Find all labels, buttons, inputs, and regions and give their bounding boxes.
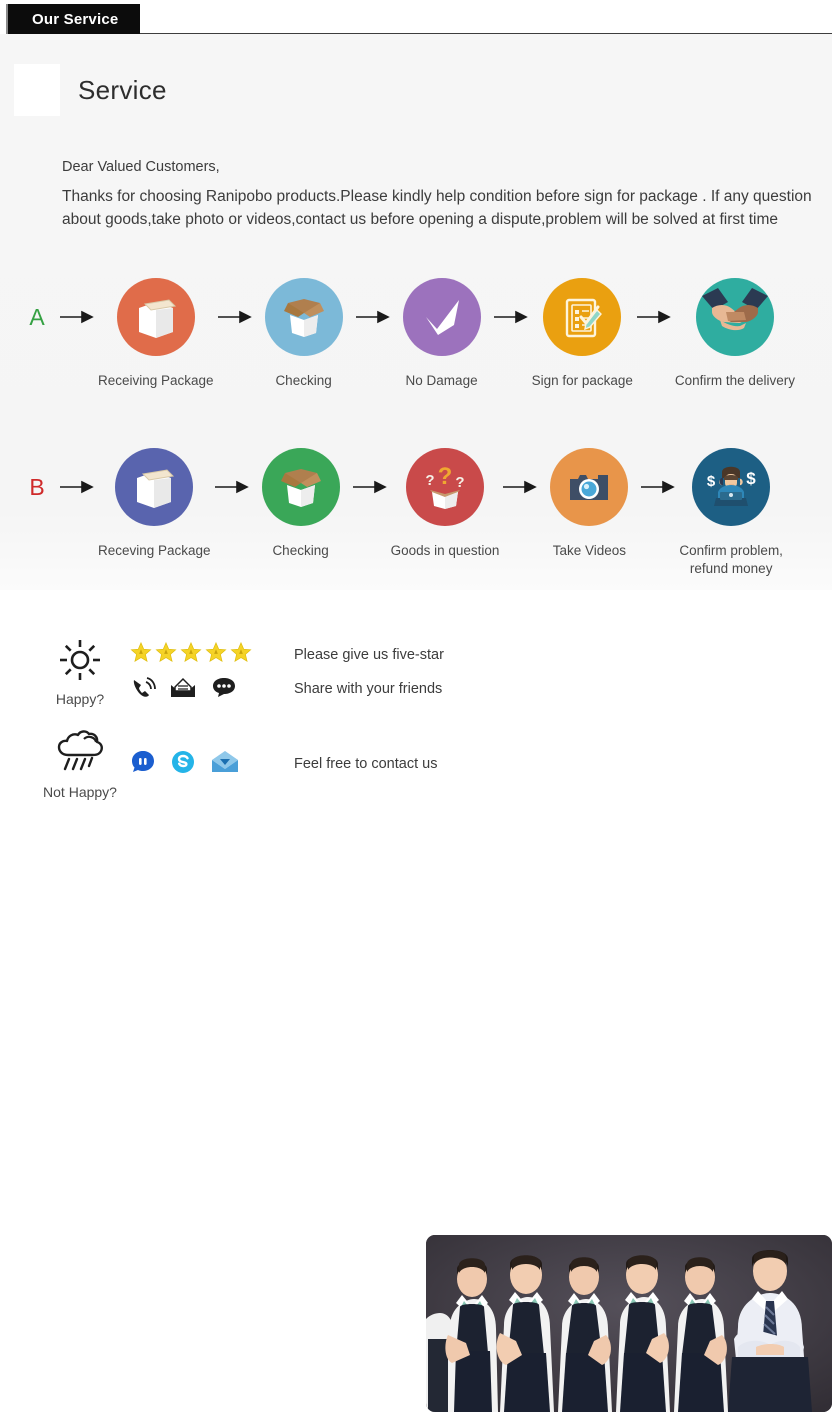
contact-panel: Happy? Please give us five-star Share wi… — [0, 590, 832, 1412]
header-bar: Our Service — [0, 0, 832, 34]
flow-row-b: B Receving Package Checking ? ? ? Goods … — [0, 448, 832, 578]
five-star-text: Please give us five-star — [294, 647, 444, 663]
flow-step-confirm-delivery[interactable]: Confirm the delivery — [675, 278, 795, 390]
star-icon — [230, 641, 252, 668]
svg-text:?: ? — [438, 463, 453, 490]
svg-text:$: $ — [746, 469, 756, 488]
flow-step-label: Receving Package — [98, 543, 211, 558]
trademanager-icon[interactable] — [130, 749, 156, 780]
arrow-icon — [637, 448, 679, 526]
tab-our-service[interactable]: Our Service — [8, 4, 141, 34]
flow-row-b-letter: B — [29, 474, 45, 500]
service-title-row: Service — [14, 64, 167, 116]
handshake-icon — [695, 278, 774, 356]
mood-cell-happy: Happy? — [34, 638, 126, 707]
flow-row-a-letter: A — [29, 304, 45, 330]
rain-cloud-icon — [54, 729, 106, 780]
flow-step-label: Receiving Package — [98, 373, 214, 388]
share-friends-text: Share with your friends — [294, 681, 443, 697]
camera-icon — [550, 448, 629, 526]
support-agent-icon: $ $ — [692, 448, 771, 526]
flow-step-goods-in-question[interactable]: ? ? ? Goods in question — [390, 448, 500, 560]
mood-label-not-happy: Not Happy? — [43, 783, 117, 800]
envelope-icon[interactable] — [170, 677, 196, 704]
tab-our-service-label: Our Service — [32, 10, 119, 28]
arrow-icon — [633, 278, 675, 356]
checkmark-icon — [402, 278, 481, 356]
page-title: Service — [78, 74, 167, 105]
service-panel: Service Dear Valued Customers, Thanks fo… — [0, 34, 832, 590]
svg-text:$: $ — [707, 473, 716, 490]
icons-cell-not-happy — [126, 749, 270, 780]
mood-label-happy: Happy? — [55, 690, 105, 707]
contact-row-happy: Happy? Please give us five-star Share wi… — [34, 628, 444, 716]
flow-step-sign-for-package[interactable]: Sign for package — [532, 278, 633, 390]
arrow-icon — [499, 448, 541, 526]
mood-cell-not-happy: Not Happy? — [34, 729, 126, 800]
contact-icon-line — [130, 749, 240, 780]
flow-step-no-damage[interactable]: No Damage — [394, 278, 490, 390]
icons-cell-happy — [126, 641, 270, 703]
svg-text:?: ? — [455, 474, 464, 491]
question-box-icon: ? ? ? — [405, 448, 484, 526]
arrow-icon — [56, 448, 98, 526]
clipboard-pen-icon — [543, 278, 622, 356]
star-icon — [180, 641, 202, 668]
greeting-text: Dear Valued Customers, — [62, 159, 220, 175]
star-icon — [155, 641, 177, 668]
svg-text:?: ? — [425, 472, 434, 489]
flow-step-checking-b[interactable]: Checking — [253, 448, 349, 560]
service-body-text: Thanks for choosing Ranipobo products.Pl… — [62, 188, 812, 228]
flow-step-confirm-problem-refund[interactable]: $ $ Confirm problem, refund money — [679, 448, 783, 578]
closed-box-icon — [116, 278, 195, 356]
flow-row-a: A Receiving Package Checking No Damage S… — [0, 278, 832, 390]
sun-icon — [58, 638, 102, 687]
share-icon-line — [130, 676, 238, 705]
chat-bubble-icon[interactable] — [210, 677, 238, 704]
skype-icon[interactable] — [170, 749, 196, 780]
contact-row-not-happy: Not Happy? Feel free to contact us — [34, 720, 444, 808]
arrow-icon — [352, 278, 394, 356]
mail-blue-icon[interactable] — [210, 750, 240, 779]
star-icon — [205, 641, 227, 668]
contact-us-text: Feel free to contact us — [294, 756, 438, 772]
flow-step-label: Goods in question — [390, 543, 500, 558]
flow-step-label: No Damage — [405, 373, 478, 388]
team-photo — [426, 1235, 832, 1412]
flow-step-receiving-package-b[interactable]: Receving Package — [98, 448, 211, 560]
star-rating[interactable] — [130, 641, 252, 667]
flow-step-label: Confirm the delivery — [674, 373, 795, 388]
flow-step-label: Confirm problem, refund money — [679, 543, 783, 577]
flow-step-label: Checking — [275, 373, 332, 388]
arrow-icon — [211, 448, 253, 526]
flow-step-label: Checking — [272, 543, 329, 558]
arrow-icon — [56, 278, 98, 356]
arrow-icon — [490, 278, 532, 356]
arrow-icon — [349, 448, 391, 526]
open-box-icon — [261, 448, 340, 526]
text-cell-not-happy: Feel free to contact us — [270, 756, 437, 772]
title-placeholder-icon — [14, 64, 60, 116]
flow-step-receiving-package-a[interactable]: Receiving Package — [98, 278, 214, 390]
flow-step-take-videos[interactable]: Take Videos — [541, 448, 637, 560]
open-box-icon — [264, 278, 343, 356]
phone-icon[interactable] — [130, 676, 156, 705]
contact-grid: Happy? Please give us five-star Share wi… — [34, 628, 444, 808]
closed-box-icon — [115, 448, 194, 526]
flow-step-checking-a[interactable]: Checking — [256, 278, 352, 390]
flow-step-label: Take Videos — [552, 543, 627, 558]
star-icon — [130, 641, 152, 668]
flow-step-label: Sign for package — [531, 373, 633, 388]
text-cell-happy: Please give us five-star Share with your… — [270, 647, 444, 697]
arrow-icon — [214, 278, 256, 356]
